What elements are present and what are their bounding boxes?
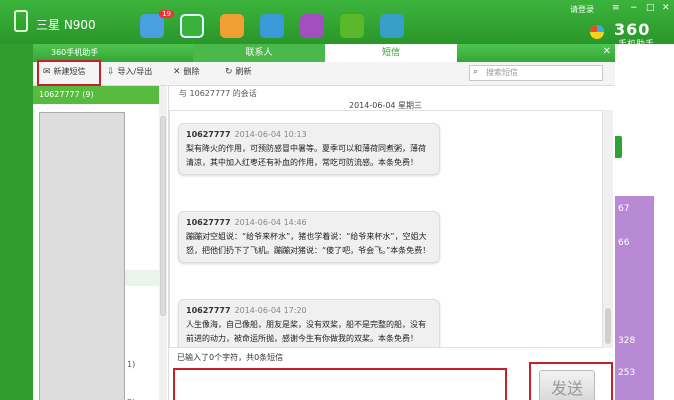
tab-sms[interactable]: 短信: [325, 44, 457, 62]
search-icon: ⌕: [473, 67, 479, 77]
game-icon[interactable]: [220, 14, 244, 38]
phone-icon: [14, 10, 28, 32]
new-sms-label: 新建短信: [53, 67, 86, 76]
video-icon[interactable]: [340, 14, 364, 38]
refresh-label: 刷新: [235, 67, 252, 76]
message-text: 梨有降火的作用，可预防感冒中暑等。夏季可以和薄荷同煮粥，薄荷清凉，其中加入红枣还…: [186, 144, 426, 167]
right-number: 253: [618, 368, 636, 378]
message-text: 人生像海，自己像船，朋友是桨，没有双桨，船不是完整的船，没有前进的动力，被命运所…: [186, 320, 426, 343]
window-title: 360手机助手: [51, 48, 99, 57]
message-sender: 10627777: [186, 130, 231, 139]
store-icon[interactable]: [260, 14, 284, 38]
window-close-icon[interactable]: ✕: [603, 46, 611, 57]
message-bubble[interactable]: 10627777 2014-06-04 14:46 蹦蹦对空姐说：“给爷来杯水”，…: [178, 211, 440, 263]
list-scrollbar[interactable]: [159, 86, 167, 400]
brand-logo-icon: [590, 25, 604, 39]
maximize-icon[interactable]: □: [646, 3, 655, 13]
message-sender: 10627777: [186, 306, 231, 315]
right-number: 66: [618, 238, 630, 248]
right-number: 328: [618, 336, 636, 346]
import-export-button[interactable]: ⇩ 导入/导出: [107, 66, 152, 77]
list-item-count: 1): [127, 360, 136, 369]
compose-icon: ✉: [43, 66, 51, 77]
update-badge: 19: [159, 10, 174, 18]
conversation-header: 与 10627777 的会话: [179, 89, 257, 98]
minimize-icon[interactable]: −: [630, 3, 638, 13]
sms-window: 360手机助手 联系人 短信 ✕ ✉ 新建短信 ⇩ 导入/导出 ✕ 删除 ↻ 刷…: [33, 44, 615, 400]
message-input[interactable]: [173, 368, 507, 400]
login-link[interactable]: 请登录: [570, 4, 594, 15]
delete-label: 删除: [183, 67, 200, 76]
list-scroll-thumb[interactable]: [160, 116, 166, 316]
tab-contacts[interactable]: 联系人: [193, 44, 325, 62]
top-bar: 三星 N900 19 请登录 ≡ − □ ✕ 360 手机助手: [0, 0, 674, 50]
device-name[interactable]: 三星 N900: [36, 16, 96, 33]
import-export-label: 导入/导出: [117, 67, 153, 76]
send-button[interactable]: 发送: [539, 370, 595, 400]
delete-icon: ✕: [173, 66, 181, 77]
message-scroll-thumb[interactable]: [605, 308, 611, 344]
message-area: 10627777 2014-06-04 10:13 梨有降火的作用，可预防感冒中暑…: [169, 110, 603, 348]
blurred-list-area: [39, 112, 125, 400]
apps-icon[interactable]: 19: [140, 10, 174, 38]
menu-icon[interactable]: ≡: [612, 3, 620, 13]
message-bubble[interactable]: 10627777 2014-06-04 17:20 人生像海，自己像船，朋友是桨，…: [178, 299, 440, 347]
shield-icon[interactable]: [180, 14, 204, 38]
refresh-icon: ↻: [225, 66, 233, 77]
top-nav-icons: 19: [140, 10, 404, 38]
message-text: 蹦蹦对空姐说：“给爷来杯水”，猪也学着说：“给爷来杯水”，空姐大怒，把他们扔下了…: [186, 232, 431, 255]
message-scrollbar[interactable]: [603, 110, 613, 348]
char-count-status: 已输入了0个字符，共0条短信: [177, 353, 284, 362]
right-number: 67: [618, 204, 630, 214]
list-item[interactable]: [125, 270, 159, 286]
message-time: 2014-06-04 14:46: [234, 218, 307, 227]
message-time: 2014-06-04 17:20: [234, 306, 307, 315]
music-icon[interactable]: [300, 14, 324, 38]
window-titlebar: 360手机助手 联系人 短信 ✕: [33, 44, 615, 62]
message-sender: 10627777: [186, 218, 231, 227]
toolbar: ✉ 新建短信 ⇩ 导入/导出 ✕ 删除 ↻ 刷新 搜索短信 ⌕: [33, 60, 615, 86]
list-item-selected[interactable]: 10627777 (9): [33, 86, 159, 104]
book-icon[interactable]: [380, 14, 404, 38]
delete-button[interactable]: ✕ 删除: [173, 66, 200, 77]
highlight-send: 发送: [529, 362, 613, 400]
refresh-button[interactable]: ↻ 刷新: [225, 66, 252, 77]
message-time: 2014-06-04 10:13: [234, 130, 307, 139]
conversation-list: 10627777 (9) 1) 2): [33, 86, 169, 400]
new-sms-button[interactable]: ✉ 新建短信: [43, 66, 86, 77]
import-icon: ⇩: [107, 66, 115, 77]
message-bubble[interactable]: 10627777 2014-06-04 10:13 梨有降火的作用，可预防感冒中暑…: [178, 123, 440, 175]
conversation-panel: 与 10627777 的会话 2014-06-04 星期三 10627777 20…: [169, 86, 615, 400]
search-input[interactable]: 搜索短信: [469, 65, 603, 81]
close-icon[interactable]: ✕: [662, 3, 670, 13]
